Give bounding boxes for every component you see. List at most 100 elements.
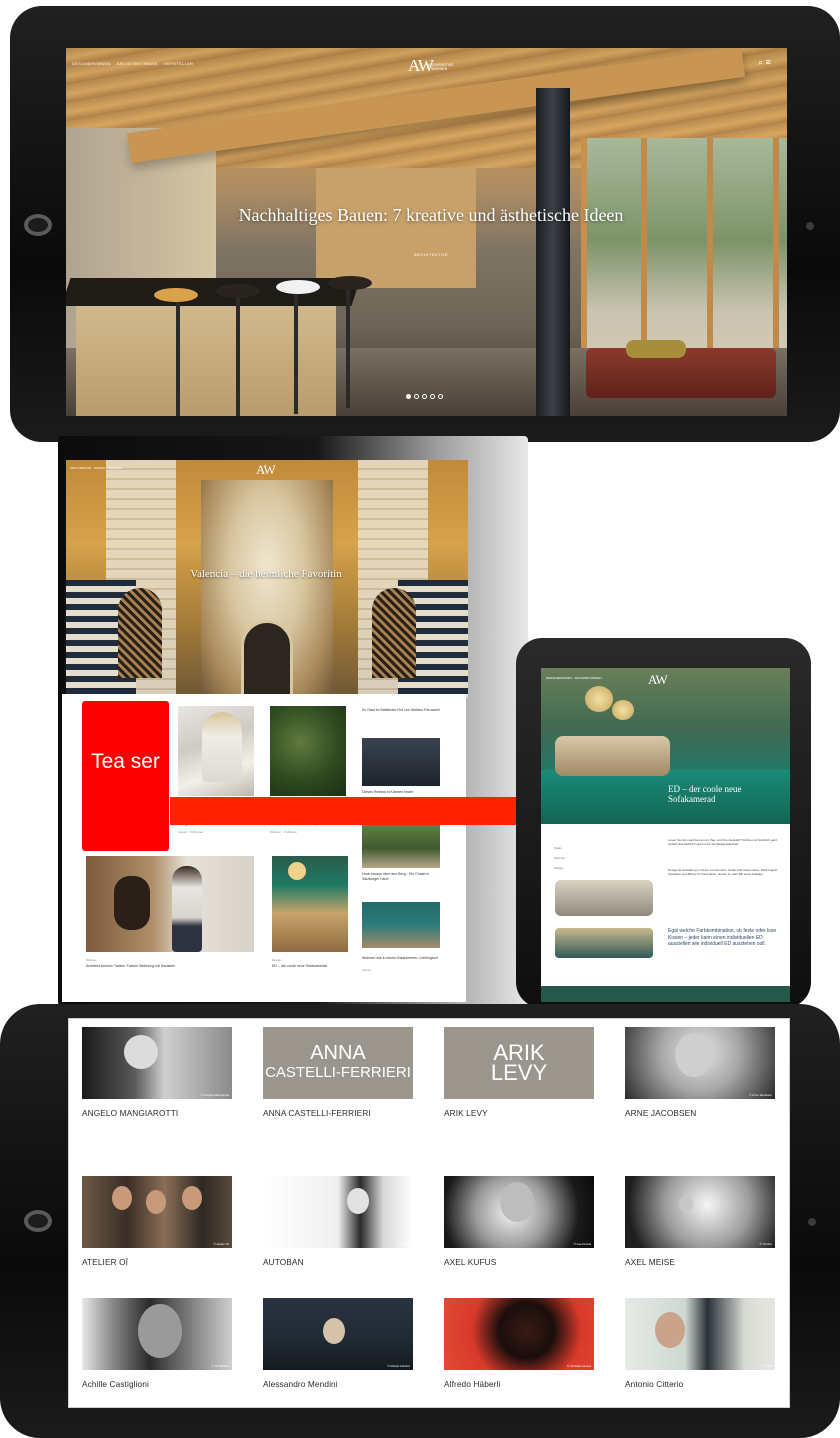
designer-name[interactable]: AXEL MEISE [625,1257,775,1267]
designer-photo[interactable]: © Atelier Oï [82,1176,232,1248]
nav-item-architects[interactable]: ARCHITEKT/INNEN [117,61,158,66]
designer-name[interactable]: ANGELO MANGIAROTTI [82,1108,232,1118]
slider-dot[interactable] [414,394,419,399]
camera-icon [24,1210,52,1232]
valencia-nav[interactable]: ARCHITEKTUR · DESIGN · WOHNEN [70,466,122,470]
site-logo[interactable]: AW [256,462,276,478]
valencia-image-door [241,620,293,698]
designer-photo-face [146,1190,166,1214]
designer-card[interactable]: © Angelo Mangiarotti ANGELO MANGIAROTTI [82,1027,232,1118]
hero-category[interactable]: ARCHITEKTUR [386,252,476,257]
designer-name[interactable]: AXEL KUFUS [444,1257,594,1267]
designer-card[interactable]: ARIK LEVY ARIK LEVY [444,1027,594,1118]
designer-card[interactable]: © Atelier Oï ATELIER OÏ [82,1176,232,1267]
teaser-title[interactable]: Wohnen wie in einem Badezimmer: Liebling… [362,956,442,961]
teaser-title[interactable]: ED – der coole neue Sofakamerad [272,964,348,969]
nav-item-designers[interactable]: DESIGNER/INNEN [72,61,111,66]
teaser-image[interactable] [272,856,348,952]
search-icon[interactable]: ⌕ [758,57,763,67]
ed-hero-lamp [612,700,634,720]
designer-name[interactable]: Alfredo Häberli [444,1379,594,1389]
designer-name[interactable]: Antonio Citterio [625,1379,775,1389]
teaser-callout-label: Tea ser [91,750,160,773]
teaser-meta: Interior [362,968,372,972]
teaser-image[interactable] [362,818,440,868]
designer-photo[interactable]: © Autoban [263,1176,413,1248]
photo-credit: © Axel Kufus [573,1242,591,1246]
designer-photo-face [112,1186,132,1210]
teaser-title[interactable]: Zu Gast im Mailänder Hof von Stefano Fer… [362,708,442,713]
menu-icon[interactable]: ≡ [766,57,771,67]
designer-card[interactable]: © Christian Grund Alfredo Häberli [444,1298,594,1389]
hero-image-pillar [536,88,570,416]
teaser-image[interactable] [86,856,254,952]
name-card-line: CASTELLI-FERRIERI [265,1064,411,1081]
designer-card[interactable]: © Autoban AUTOBAN [263,1176,413,1267]
designer-name[interactable]: ANNA CASTELLI-FERRIERI [263,1108,413,1118]
designer-photo-face [323,1318,345,1344]
hero-title[interactable]: Nachhaltiges Bauen: 7 kreative und ästhe… [216,204,646,226]
hero-image-window-frame [581,138,787,368]
nav-item-manufacturers[interactable]: HERSTELLER [164,61,193,66]
designer-name[interactable]: ARIK LEVY [444,1108,594,1118]
designer-card[interactable]: © Vitra Antonio Citterio [625,1298,775,1389]
hero-slider[interactable]: DESIGNER/INNEN ARCHITEKT/INNEN HERSTELLE… [66,48,787,416]
valencia-title[interactable]: Valencia – die heimliche Favoritin [166,568,366,580]
ed-nav[interactable]: DESIGNER/INNEN · ARCHITEKT/INNEN [546,676,602,680]
photo-credit: © Robert Fischer [387,1364,410,1368]
designer-photo[interactable]: © Occhio [625,1176,775,1248]
designer-photo[interactable]: © Angelo Mangiarotti [82,1027,232,1099]
teaser-image[interactable] [270,706,346,796]
slider-dot[interactable] [438,394,443,399]
slider-dots [406,394,443,399]
hero-image-stool-seat [154,288,198,302]
valencia-image-window [372,588,416,678]
hero-image-stool-seat [276,280,320,294]
slider-dot[interactable] [422,394,427,399]
designer-name[interactable]: ATELIER OÏ [82,1257,232,1267]
designer-name[interactable]: AUTOBAN [263,1257,413,1267]
teaser-title[interactable]: Dieses Retreat in Kärnten findet [362,790,442,795]
teaser-title[interactable]: Hoch hinaus über den Berg - Ein Chalet i… [362,872,442,882]
photo-credit: © Christian Grund [566,1364,591,1368]
designer-card[interactable]: © Arne Jacobsen ARNE JACOBSEN [625,1027,775,1118]
site-logo[interactable]: AW [648,672,668,688]
designer-name[interactable]: Achille Castiglioni [82,1379,232,1389]
designer-name[interactable]: Alessandro Mendini [263,1379,413,1389]
ed-meta: Sofas [554,846,562,850]
hero-image-stool [294,294,298,414]
designer-card[interactable]: © Axel Kufus AXEL KUFUS [444,1176,594,1267]
designer-photo[interactable]: © Arne Jacobsen [625,1027,775,1099]
camera-icon [24,214,52,236]
designer-grid: © Angelo Mangiarotti ANGELO MANGIAROTTI … [68,1018,790,1408]
teaser-title[interactable]: Architekt Antonio Tardes: Farben Wohnung… [86,964,246,969]
teaser-image[interactable] [362,738,440,786]
hero-image-stool-seat [328,276,372,290]
designer-photo[interactable]: © Vitra [625,1298,775,1370]
designer-card[interactable]: © Ulf Wessel Achille Castiglioni [82,1298,232,1389]
designer-name[interactable]: ARNE JACOBSEN [625,1108,775,1118]
hero-image-stool [346,288,350,408]
valencia-image-window [118,588,162,678]
designer-photo[interactable]: © Christian Grund [444,1298,594,1370]
designer-card[interactable]: © Robert Fischer Alessandro Mendini [263,1298,413,1389]
photo-credit: © Arne Jacobsen [749,1093,772,1097]
valencia-hero[interactable]: ARCHITEKTUR · DESIGN · WOHNEN AW Valenci… [66,460,468,698]
designer-photo[interactable]: ANNA CASTELLI-FERRIERI [263,1027,413,1099]
designer-photo-face [138,1304,182,1358]
ed-hero-lamp [585,686,613,712]
teaser-meta: Interior · 5 Minuten [178,830,204,834]
designer-card[interactable]: ANNA CASTELLI-FERRIERI ANNA CASTELLI-FER… [263,1027,413,1118]
designer-photo[interactable]: © Robert Fischer [263,1298,413,1370]
ed-hero-sofa [555,736,670,776]
hero-image-stool [236,298,240,416]
arrow-icon [170,797,530,825]
designer-photo[interactable]: ARIK LEVY [444,1027,594,1099]
slider-dot[interactable] [430,394,435,399]
teaser-image[interactable] [362,902,440,948]
slider-dot[interactable] [406,394,411,399]
designer-photo[interactable]: © Axel Kufus [444,1176,594,1248]
designer-card[interactable]: © Occhio AXEL MEISE [625,1176,775,1267]
designer-photo[interactable]: © Ulf Wessel [82,1298,232,1370]
photo-credit: © Occhio [759,1242,772,1246]
